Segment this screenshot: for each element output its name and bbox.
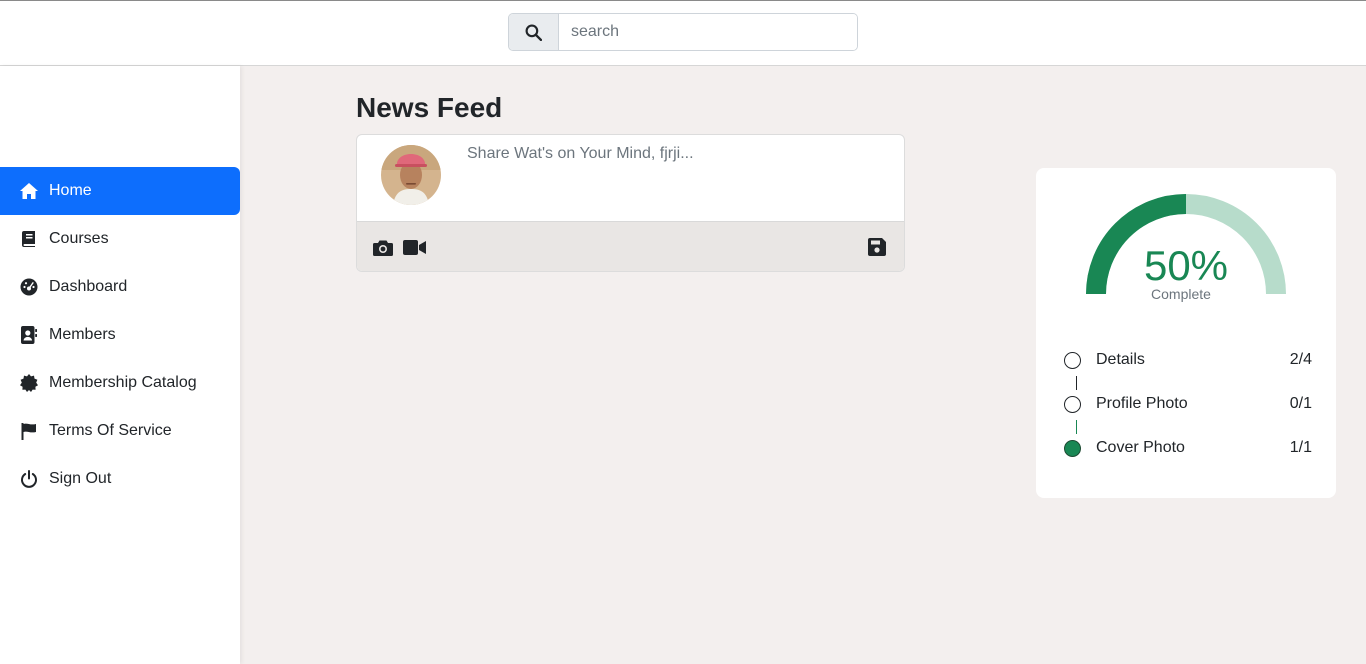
floppy-disk-icon [868, 238, 886, 256]
dashboard-icon [19, 277, 39, 297]
step-count: 0/1 [1289, 395, 1312, 412]
step-count: 1/1 [1289, 439, 1312, 456]
post-composer [356, 134, 905, 272]
step-status-indicator [1064, 440, 1081, 457]
post-input[interactable] [467, 145, 887, 163]
sidebar-item-label: Home [49, 182, 92, 199]
step-count: 2/4 [1289, 351, 1312, 368]
step-details: Details 2/4 [1064, 348, 1312, 392]
search-icon [525, 24, 542, 41]
video-upload-button[interactable] [402, 237, 426, 257]
step-connector [1076, 376, 1077, 390]
completion-steps: Details 2/4 Profile Photo 0/1 Cover Phot… [1064, 348, 1312, 480]
sidebar-item-membership-catalog[interactable]: Membership Catalog [0, 359, 240, 407]
top-bar [0, 0, 1366, 66]
sidebar-item-home[interactable]: Home [0, 167, 240, 215]
sidebar-item-sign-out[interactable]: Sign Out [0, 455, 240, 503]
certificate-icon [19, 373, 39, 393]
save-post-button[interactable] [866, 237, 888, 257]
step-label: Profile Photo [1096, 395, 1188, 412]
sidebar-item-members[interactable]: Members [0, 311, 240, 359]
post-actions-bar [357, 221, 904, 271]
step-connector [1076, 420, 1077, 434]
sidebar-item-label: Terms Of Service [49, 422, 172, 439]
step-status-indicator [1064, 396, 1081, 413]
home-icon [19, 181, 39, 201]
sidebar-item-label: Membership Catalog [49, 374, 197, 391]
sidebar-item-dashboard[interactable]: Dashboard [0, 263, 240, 311]
sidebar-item-label: Dashboard [49, 278, 128, 295]
step-cover-photo: Cover Photo 1/1 [1064, 436, 1312, 480]
photo-upload-button[interactable] [372, 237, 394, 257]
completion-percent: 50% [1143, 242, 1229, 289]
flag-icon [19, 421, 39, 441]
sidebar-item-label: Courses [49, 230, 109, 247]
completion-label: Complete [1151, 286, 1211, 302]
book-icon [19, 229, 39, 249]
sidebar-item-terms-of-service[interactable]: Terms Of Service [0, 407, 240, 455]
step-profile-photo: Profile Photo 0/1 [1064, 392, 1312, 436]
search-input[interactable] [559, 14, 857, 50]
avatar [381, 145, 441, 205]
step-label: Details [1096, 351, 1145, 368]
sidebar-item-courses[interactable]: Courses [0, 215, 240, 263]
video-icon [402, 239, 426, 255]
contact-card-icon [19, 325, 39, 345]
search-button[interactable] [509, 14, 559, 50]
search-box [508, 13, 858, 51]
sidebar-item-label: Members [49, 326, 116, 343]
sidebar-nav: Home Courses Dashboard Members Membershi… [0, 167, 240, 503]
sidebar: Home Courses Dashboard Members Membershi… [0, 66, 240, 664]
profile-completion-card: 50% Complete Details 2/4 Profile Photo 0… [1036, 168, 1336, 498]
camera-icon [373, 240, 393, 256]
step-status-indicator [1064, 352, 1081, 369]
sidebar-item-label: Sign Out [49, 470, 112, 487]
power-icon [19, 469, 39, 489]
step-label: Cover Photo [1096, 439, 1185, 456]
page-title: News Feed [356, 92, 503, 123]
